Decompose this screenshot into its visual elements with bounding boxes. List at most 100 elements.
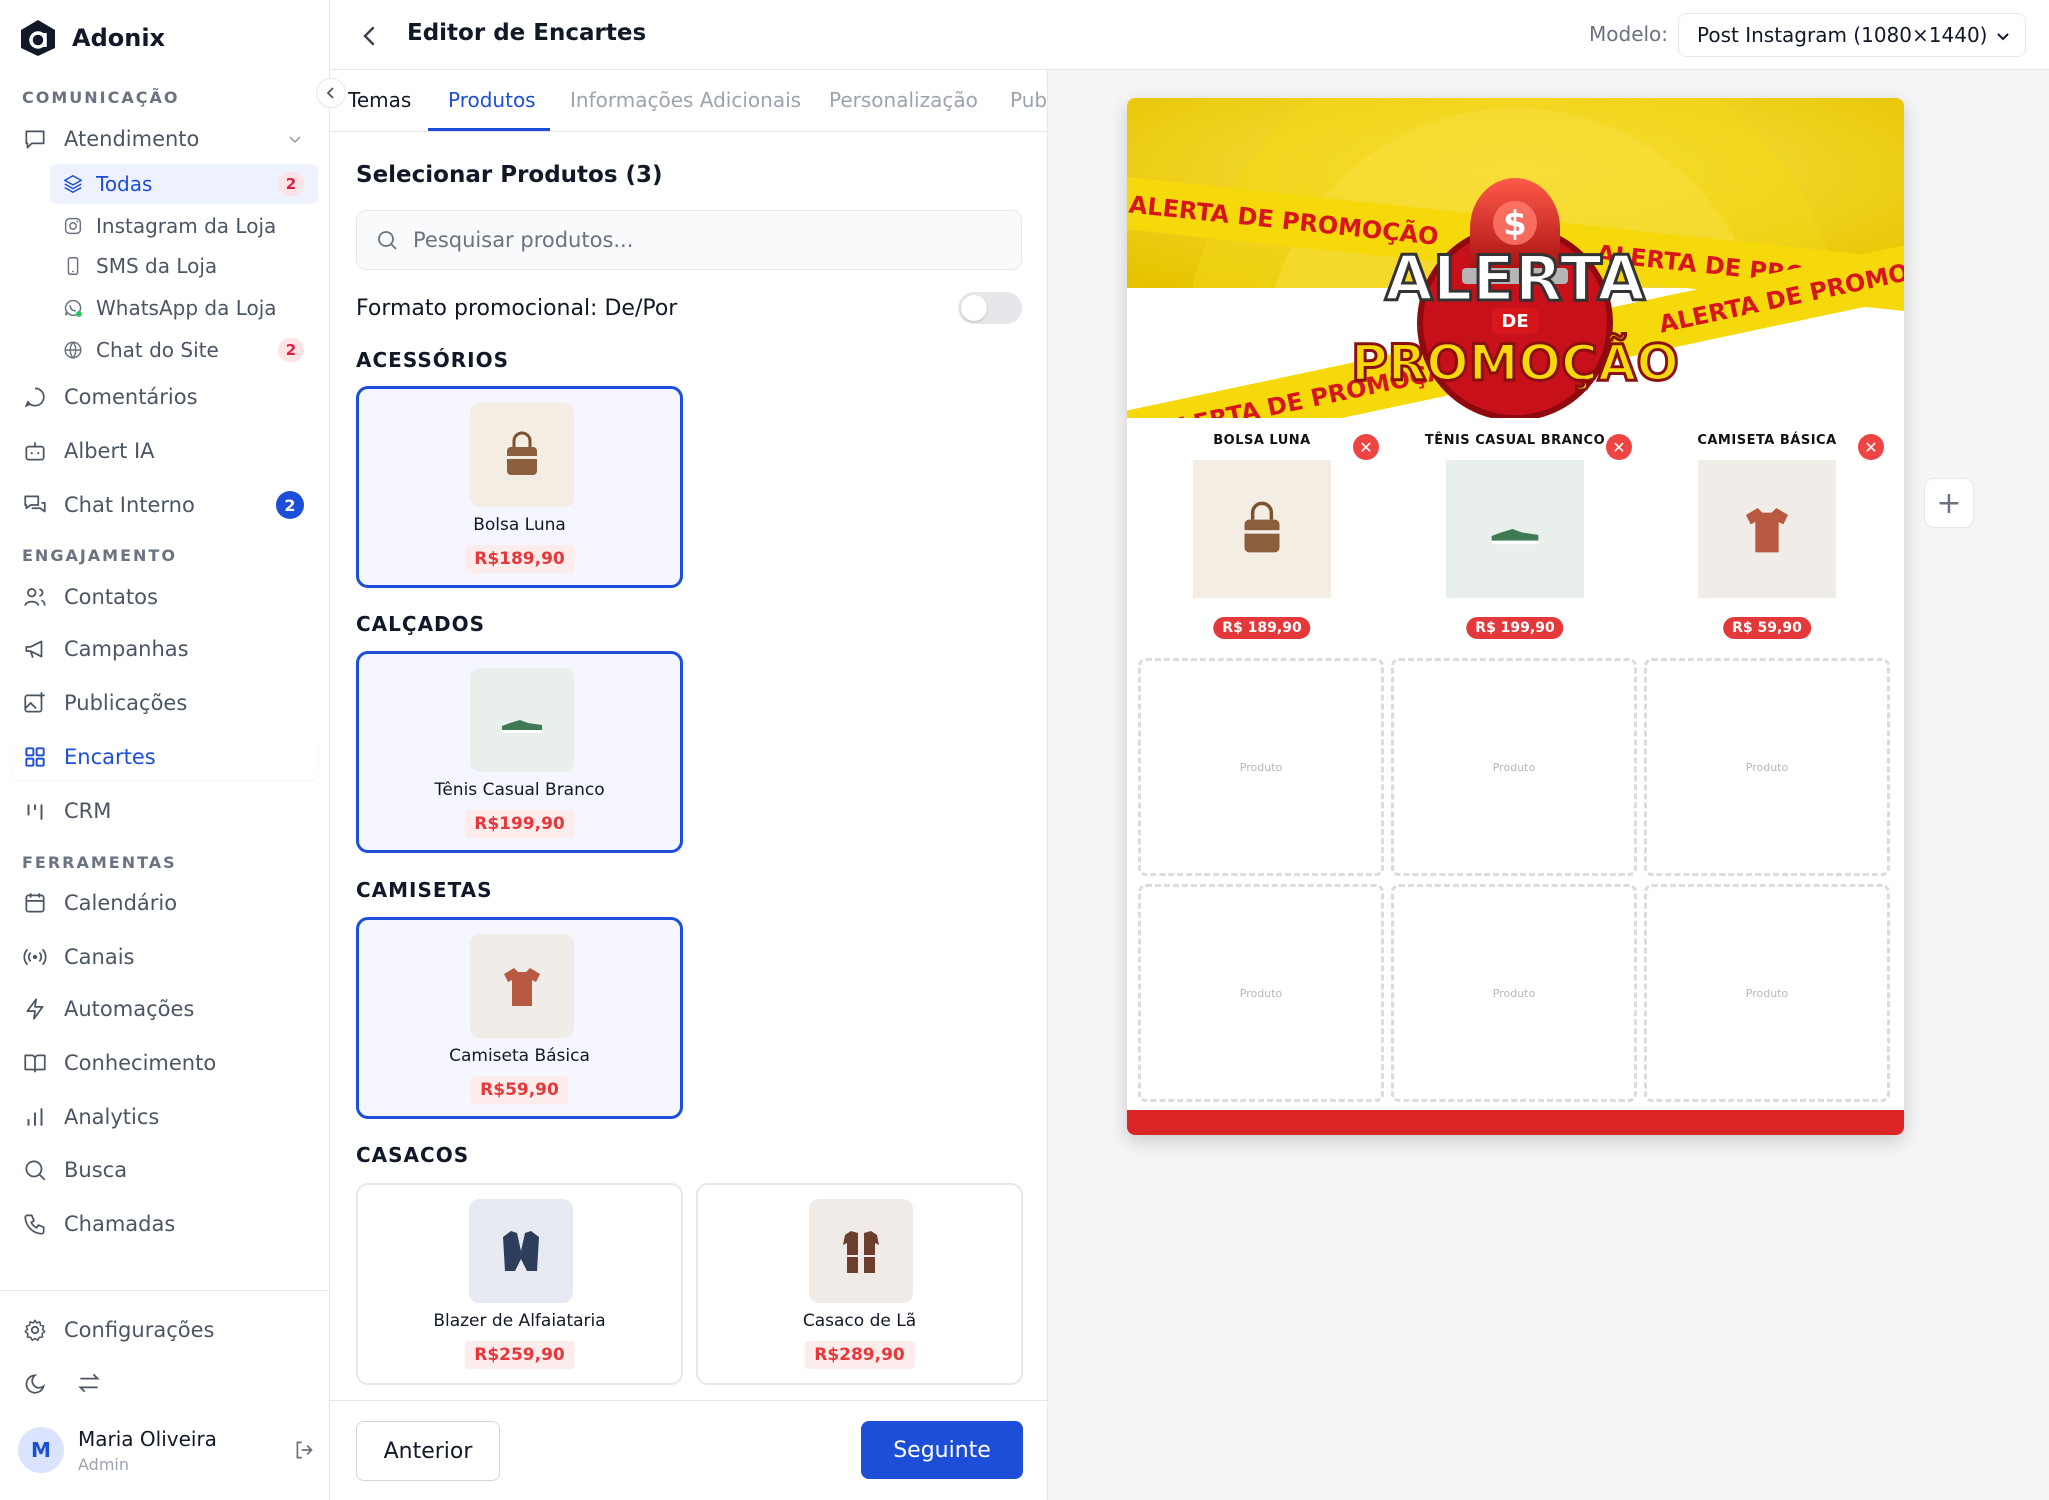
nav-albert-ia[interactable]: Albert IA xyxy=(12,428,318,474)
sub-item-whatsapp[interactable]: WhatsApp da Loja xyxy=(50,288,318,328)
count-badge: 2 xyxy=(278,172,304,196)
nav-analytics[interactable]: Analytics xyxy=(12,1094,318,1140)
product-thumbnail xyxy=(470,668,574,772)
megaphone-icon xyxy=(25,640,43,658)
poster-product-name: BOLSA LUNA xyxy=(1213,433,1311,448)
nav-contatos[interactable]: Contatos xyxy=(12,574,318,620)
nav-campanhas[interactable]: Campanhas xyxy=(12,626,318,672)
product-price: R$59,90 xyxy=(470,1076,569,1104)
promo-format-toggle[interactable] xyxy=(958,292,1022,324)
empty-product-slot[interactable]: Produto xyxy=(1138,884,1384,1102)
product-card-blazer[interactable]: Blazer de Alfaiataria R$259,90 xyxy=(356,1183,683,1385)
globe-icon xyxy=(64,341,82,359)
nav-chat-interno[interactable]: Chat Interno 2 xyxy=(12,482,318,528)
nav-configuracoes[interactable]: Configurações xyxy=(12,1307,318,1353)
tab-personalizacao[interactable]: Personalização xyxy=(829,88,978,112)
nav-publicacoes[interactable]: Publicações xyxy=(12,680,318,726)
product-thumbnail xyxy=(809,1199,913,1303)
page-title: Editor de Encartes xyxy=(407,20,647,46)
empty-product-slot[interactable]: Produto xyxy=(1391,658,1637,876)
product-card-casaco-la[interactable]: Casaco de Lã R$289,90 xyxy=(696,1183,1023,1385)
search-input[interactable] xyxy=(413,228,1013,252)
svg-text:$: $ xyxy=(1503,204,1527,244)
headline-de: DE xyxy=(1501,311,1528,332)
back-arrow-icon[interactable] xyxy=(354,20,386,52)
product-card-bolsa-luna[interactable]: Bolsa Luna R$189,90 xyxy=(356,386,683,588)
nav-automacoes[interactable]: Automações xyxy=(12,986,318,1032)
sub-item-chat-site[interactable]: Chat do Site 2 xyxy=(50,330,318,370)
select-products-title: Selecionar Produtos (3) xyxy=(356,162,663,188)
remove-product-button[interactable]: ✕ xyxy=(1858,434,1884,460)
model-select[interactable]: Post Instagram (1080×1440) xyxy=(1678,13,2026,57)
layout-grid-icon xyxy=(25,747,45,767)
product-card-tenis-casual[interactable]: Tênis Casual Branco R$199,90 xyxy=(356,651,683,853)
sub-item-label: Todas xyxy=(96,172,153,196)
empty-product-slot[interactable]: Produto xyxy=(1391,884,1637,1102)
brand[interactable]: Adonix xyxy=(18,18,165,58)
nav-chamadas[interactable]: Chamadas xyxy=(12,1201,318,1247)
category-title: CAMISETAS xyxy=(356,878,493,902)
logout-icon[interactable] xyxy=(292,1437,318,1463)
headline-promocao: PROMOÇÃO xyxy=(1351,333,1679,392)
empty-product-slot[interactable]: Produto xyxy=(1138,658,1384,876)
empty-product-slot[interactable]: Produto xyxy=(1644,884,1890,1102)
section-title-comunicacao: COMUNICAÇÃO xyxy=(22,88,180,107)
product-search[interactable] xyxy=(356,210,1022,270)
remove-product-button[interactable]: ✕ xyxy=(1353,434,1379,460)
phone-icon xyxy=(24,1214,45,1235)
product-thumbnail xyxy=(469,1199,573,1303)
sub-item-sms[interactable]: SMS da Loja xyxy=(50,246,318,286)
sub-item-instagram[interactable]: Instagram da Loja xyxy=(50,206,318,246)
product-thumbnail xyxy=(470,403,574,507)
sub-item-label: Chat do Site xyxy=(96,338,219,362)
nav-calendario[interactable]: Calendário xyxy=(12,880,318,926)
tab-publicacao[interactable]: Publ xyxy=(1010,88,1047,112)
top-bar: Editor de Encartes Modelo: Post Instagra… xyxy=(330,0,2049,70)
nav-canais[interactable]: Canais xyxy=(12,934,318,980)
remove-product-button[interactable]: ✕ xyxy=(1606,434,1632,460)
message-square-icon xyxy=(25,130,45,149)
sub-item-todas[interactable]: Todas 2 xyxy=(50,164,318,204)
zap-icon xyxy=(26,998,44,1020)
search-icon xyxy=(378,231,397,250)
next-button[interactable]: Seguinte xyxy=(861,1421,1023,1479)
blazer-icon xyxy=(503,1231,539,1271)
book-open-icon xyxy=(24,1054,46,1073)
nav-comentarios[interactable]: Comentários xyxy=(12,374,318,420)
add-page-button[interactable]: + xyxy=(1924,478,1974,528)
nav-label: Chat Interno xyxy=(64,493,195,517)
nav-conhecimento[interactable]: Conhecimento xyxy=(12,1040,318,1086)
nav-busca[interactable]: Busca xyxy=(12,1147,318,1193)
encarte-poster[interactable]: ALERTA DE PROMOÇÃO ALERTA DE PROMOÇÃO AL… xyxy=(1127,98,1904,1135)
product-card-camiseta-basica[interactable]: Camiseta Básica R$59,90 xyxy=(356,917,683,1119)
sub-item-label: Instagram da Loja xyxy=(96,214,277,238)
poster-product-image xyxy=(1446,460,1584,598)
tab-informacoes-adicionais[interactable]: Informações Adicionais xyxy=(570,88,801,112)
calendar-icon xyxy=(25,893,45,913)
collapse-sidebar-button[interactable] xyxy=(316,78,346,108)
bag-icon xyxy=(507,431,537,475)
nav-label: Calendário xyxy=(64,891,178,915)
nav-encartes[interactable]: Encartes xyxy=(12,734,318,780)
nav-atendimento[interactable]: Atendimento xyxy=(12,116,318,162)
nav-label: Automações xyxy=(64,997,195,1021)
previous-button[interactable]: Anterior xyxy=(356,1421,500,1481)
image-plus-icon xyxy=(24,692,45,713)
category-title: ACESSÓRIOS xyxy=(356,348,509,372)
moon-icon[interactable] xyxy=(24,1370,50,1396)
chevron-left-icon xyxy=(326,87,334,99)
chevron-down-icon xyxy=(1997,33,2009,41)
tab-temas[interactable]: Temas xyxy=(348,88,411,112)
smartphone-icon xyxy=(67,257,79,275)
category-title: CASACOS xyxy=(356,1143,470,1167)
switch-arrows-icon[interactable] xyxy=(76,1370,102,1396)
adonix-logo-icon xyxy=(21,20,55,56)
nav-crm[interactable]: CRM xyxy=(12,788,318,834)
nav-label: Canais xyxy=(64,945,135,969)
empty-product-slot[interactable]: Produto xyxy=(1644,658,1890,876)
user-profile[interactable]: M Maria Oliveira Admin xyxy=(18,1424,318,1476)
tab-produtos[interactable]: Produtos xyxy=(448,88,536,112)
gear-icon xyxy=(24,1319,46,1342)
section-title-engajamento: ENGAJAMENTO xyxy=(22,546,177,565)
layers-icon xyxy=(64,175,82,193)
